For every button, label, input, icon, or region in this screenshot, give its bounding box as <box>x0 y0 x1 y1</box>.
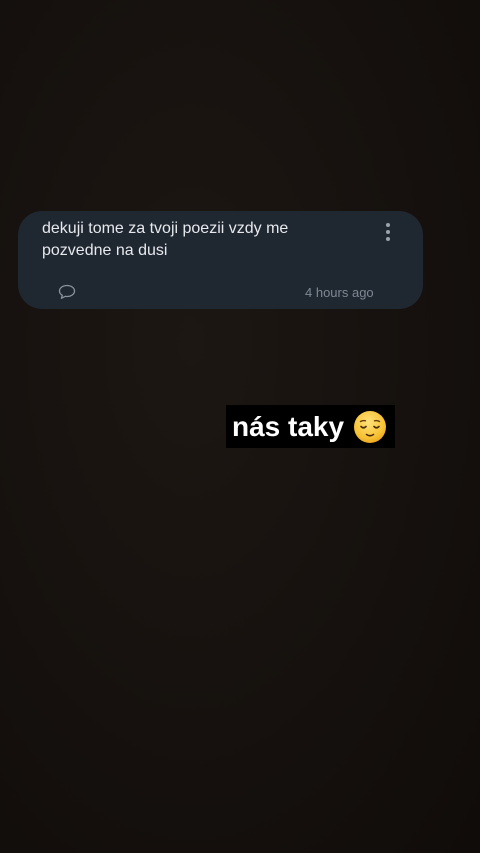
more-vertical-icon <box>386 223 390 227</box>
speech-bubble-icon[interactable] <box>58 284 76 300</box>
comment-card[interactable]: dekuji tome za tvoji poezii vzdy me pozv… <box>18 211 423 309</box>
relieved-face-emoji <box>354 410 387 443</box>
more-options-button[interactable] <box>378 219 398 245</box>
sticker-text: nás taky <box>232 411 345 442</box>
comment-timestamp: 4 hours ago <box>305 285 374 300</box>
story-screen: dekuji tome za tvoji poezii vzdy me pozv… <box>0 0 480 853</box>
text-sticker: nás taky <box>226 405 396 448</box>
comment-text: dekuji tome za tvoji poezii vzdy me pozv… <box>42 220 289 259</box>
